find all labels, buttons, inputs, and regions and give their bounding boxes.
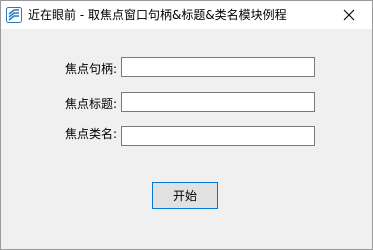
window-title: 近在眼前 - 取焦点窗口句柄&标题&类名模块例程 xyxy=(28,8,287,22)
focus-title-field[interactable] xyxy=(121,92,315,112)
app-window: 近在眼前 - 取焦点窗口句柄&标题&类名模块例程 焦点句柄: 焦点标题: 焦点类… xyxy=(0,0,373,250)
focus-handle-field[interactable] xyxy=(121,57,315,77)
focus-handle-label: 焦点句柄: xyxy=(64,62,117,76)
focus-title-label: 焦点标题: xyxy=(64,97,117,111)
title-bar[interactable]: 近在眼前 - 取焦点窗口句柄&标题&类名模块例程 xyxy=(1,1,372,29)
close-icon xyxy=(343,6,355,25)
start-button[interactable]: 开始 xyxy=(152,182,218,209)
app-logo-icon xyxy=(6,7,22,23)
focus-class-field[interactable] xyxy=(121,126,315,146)
focus-class-label: 焦点类名: xyxy=(64,127,117,141)
close-button[interactable] xyxy=(326,1,372,29)
